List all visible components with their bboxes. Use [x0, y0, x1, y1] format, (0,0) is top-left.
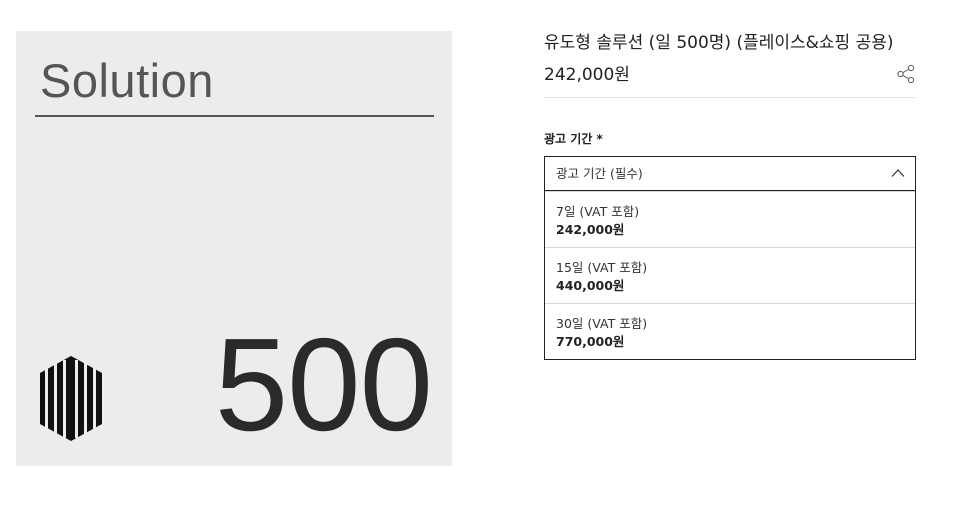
period-option[interactable]: 15일 (VAT 포함) 440,000원 — [545, 247, 915, 303]
period-option-name: 30일 (VAT 포함) — [556, 316, 648, 331]
product-image-title: Solution — [40, 54, 214, 107]
period-option-price: 770,000원 — [556, 334, 625, 349]
chevron-up-icon — [891, 169, 905, 177]
period-select-placeholder: 광고 기간 (필수) — [556, 166, 643, 181]
product-info: 유도형 솔루션 (일 500명) (플레이스&쇼핑 공용) 242,000원 광… — [544, 31, 916, 360]
period-option-price: 440,000원 — [556, 278, 625, 293]
product-title: 유도형 솔루션 (일 500명) (플레이스&쇼핑 공용) — [544, 33, 894, 53]
product-image-number: 500 — [214, 311, 433, 458]
period-option-price: 242,000원 — [556, 222, 625, 237]
option-label: 광고 기간 * — [544, 132, 603, 146]
period-option[interactable]: 7일 (VAT 포함) 242,000원 — [545, 191, 915, 247]
product-image-rule — [35, 115, 434, 117]
price-row: 242,000원 — [544, 61, 916, 89]
divider — [544, 97, 916, 98]
period-option[interactable]: 30일 (VAT 포함) 770,000원 — [545, 303, 915, 359]
period-option-name: 15일 (VAT 포함) — [556, 260, 648, 275]
period-dropdown: 광고 기간 (필수) 7일 (VAT 포함) 242,000원 15일 (VAT… — [544, 156, 916, 360]
min-logo-icon — [40, 356, 102, 441]
period-select[interactable]: 광고 기간 (필수) — [545, 157, 915, 191]
period-option-name: 7일 (VAT 포함) — [556, 204, 640, 219]
product-image: Solution 500 — [16, 31, 452, 466]
share-icon[interactable] — [896, 64, 916, 84]
product-price: 242,000원 — [544, 65, 630, 85]
